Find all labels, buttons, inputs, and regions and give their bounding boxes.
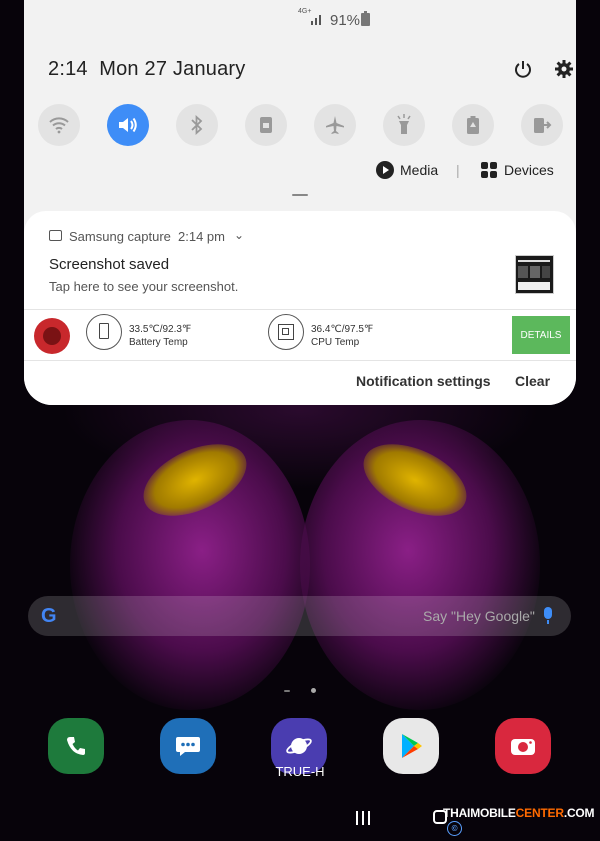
watermark-highlight: CENTER [515, 806, 564, 820]
camera-app[interactable] [495, 718, 551, 774]
phone-app[interactable] [48, 718, 104, 774]
drag-handle[interactable] [292, 194, 308, 196]
media-button[interactable]: Media [400, 162, 438, 178]
screenshot-thumbnail[interactable] [515, 255, 554, 294]
bluetooth-icon [191, 115, 203, 135]
camera-icon [511, 739, 535, 755]
notification-app-row: Samsung capture 2:14 pm ⌄ [49, 228, 349, 245]
volume-icon [119, 117, 137, 133]
wifi-tile[interactable] [38, 104, 80, 146]
play-store-icon [402, 734, 422, 758]
media-devices-row: Media | Devices [376, 158, 576, 182]
gallery-icon [49, 230, 62, 241]
secure-folder-tile[interactable] [521, 104, 563, 146]
copyright-icon: © [447, 821, 462, 836]
wifi-icon [49, 117, 69, 134]
watermark-suffix: .COM [563, 806, 595, 820]
flashlight-tile[interactable] [383, 104, 425, 146]
search-hint: Say "Hey Google" [423, 608, 535, 624]
rotation-lock-tile[interactable] [245, 104, 287, 146]
flashlight-icon [397, 114, 411, 134]
notification-card[interactable]: Samsung capture 2:14 pm ⌄ Screenshot sav… [24, 211, 576, 405]
messages-app[interactable] [160, 718, 216, 774]
watermark-prefix: THAIMOBILE [443, 806, 516, 820]
battery-percent: 91% [330, 12, 361, 29]
rotation-lock-icon [260, 117, 272, 133]
devices-button[interactable]: Devices [504, 162, 554, 178]
cpu-temp: 36.4℃/97.5℉ CPU Temp [311, 323, 373, 349]
clear-button[interactable]: Clear [515, 373, 550, 389]
status-bar: 4G+ 91% [24, 0, 576, 36]
power-saving-tile[interactable] [452, 104, 494, 146]
notification-settings-button[interactable]: Notification settings [356, 373, 491, 389]
messages-icon [176, 737, 200, 756]
panel-header: 2:14 Mon 27 January [48, 58, 573, 86]
notification-text[interactable]: Tap here to see your screenshot. [49, 279, 238, 294]
battery-temp-value: 33.5℃/92.3℉ [129, 324, 192, 335]
cpu-temp-icon [268, 314, 304, 350]
play-icon[interactable] [376, 161, 394, 179]
google-logo: G [41, 605, 57, 627]
mic-icon[interactable] [544, 607, 552, 624]
divider: | [456, 162, 460, 178]
clock: 2:14 [48, 58, 88, 80]
gear-icon[interactable] [554, 59, 574, 79]
date: Mon 27 January [99, 58, 246, 80]
battery-temp: 33.5℃/92.3℉ Battery Temp [129, 323, 191, 349]
cpu-temp-value: 36.4℃/97.5℉ [311, 324, 374, 335]
bluetooth-tile[interactable] [176, 104, 218, 146]
devices-icon[interactable] [481, 162, 497, 178]
notification-app-name: Samsung capture [69, 229, 171, 244]
battery-icon [361, 11, 370, 26]
power-saving-icon [467, 116, 479, 134]
battery-temp-label: Battery Temp [129, 337, 188, 348]
watermark: THAIMOBILECENTER.COM © [443, 806, 600, 836]
planet-icon [286, 738, 312, 754]
notification-title[interactable]: Screenshot saved [49, 256, 169, 273]
play-store-app[interactable] [383, 718, 439, 774]
notification-panel: 4G+ 91% 2:14 Mon 27 January Media | Devi… [24, 0, 576, 405]
recent-apps-icon[interactable] [356, 811, 370, 825]
battery-temp-icon [86, 314, 122, 350]
antutu-notification[interactable]: 33.5℃/92.3℉ Battery Temp 36.4℃/97.5℉ CPU… [24, 309, 576, 361]
airplane-tile[interactable] [314, 104, 356, 146]
secure-folder-icon [534, 118, 552, 133]
notification-time: 2:14 pm [178, 229, 225, 244]
quick-settings [38, 104, 563, 146]
airplane-icon [326, 116, 344, 134]
signal-icon [311, 15, 321, 25]
carrier-label: TRUE-H [275, 764, 325, 779]
phone-icon [67, 737, 85, 755]
notification-actions: Notification settings Clear [24, 371, 576, 395]
google-search-bar[interactable]: G Say "Hey Google" [28, 596, 571, 636]
cpu-temp-label: CPU Temp [311, 337, 360, 348]
page-indicator [284, 686, 324, 694]
power-icon[interactable] [513, 59, 533, 79]
details-button[interactable]: DETAILS [512, 316, 570, 354]
antutu-logo [34, 318, 70, 354]
sound-tile[interactable] [107, 104, 149, 146]
chevron-down-icon[interactable]: ⌄ [234, 228, 244, 242]
